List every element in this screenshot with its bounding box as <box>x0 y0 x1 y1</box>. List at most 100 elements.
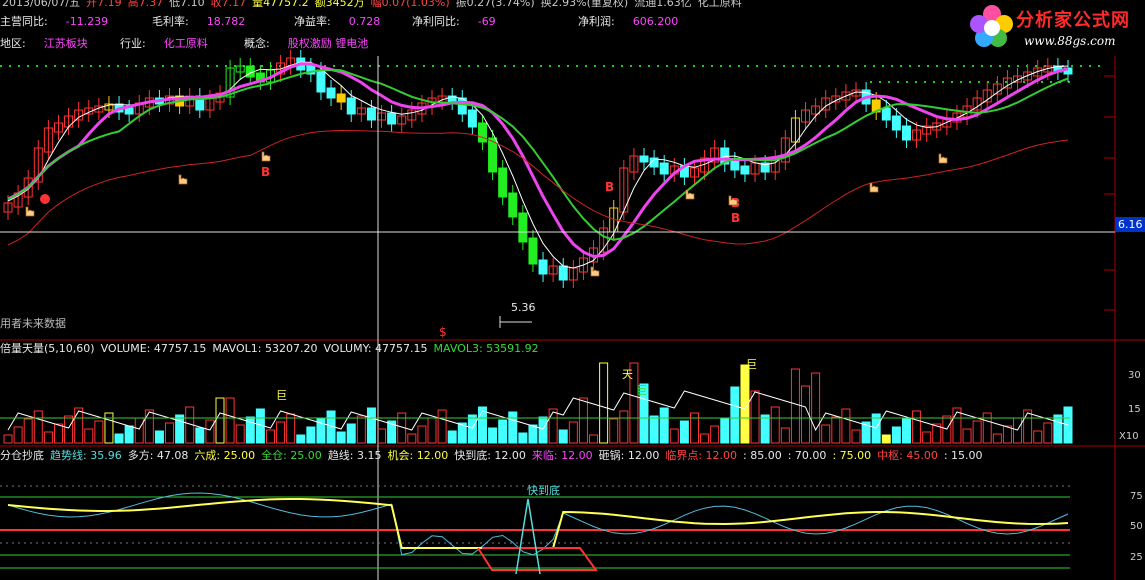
candle-body <box>477 122 487 143</box>
volume-field: VOLUME: 47757.15 <box>100 342 207 355</box>
volume-bar <box>750 390 760 444</box>
indicator-field: : 75.00 <box>832 449 872 462</box>
candle-body <box>346 97 356 115</box>
volume-bar <box>265 429 275 444</box>
buy-marker: B <box>261 165 270 179</box>
volume-bar <box>518 432 528 444</box>
volume-bar <box>770 406 780 444</box>
volume-field: MAVOL3: 53591.92 <box>433 342 539 355</box>
candlesticks <box>3 50 1073 288</box>
volume-bar <box>134 417 144 444</box>
candle-body <box>467 109 477 128</box>
volume-bar <box>790 368 800 444</box>
ma-green-line <box>7 68 1069 241</box>
volume-bar <box>972 420 982 444</box>
hand-pointer-icon <box>685 189 695 200</box>
indicator-field: 趋线: 3.15 <box>327 449 382 462</box>
indicator-field: 分仓抄底 <box>0 449 44 462</box>
volume-bar <box>548 408 558 444</box>
volume-bar <box>1023 409 1033 444</box>
sell-marker: $ <box>439 325 447 339</box>
indicator-field: : 85.00 <box>743 449 782 462</box>
volume-bar <box>23 418 33 444</box>
buy-marker: B <box>605 180 614 194</box>
volume-indicator-header: 倍量天量(5,10,60) VOLUME: 47757.15 MAVOL1: 532… <box>0 342 545 356</box>
candle-body <box>518 212 528 243</box>
volume-bar <box>760 414 770 444</box>
candle-body <box>659 162 669 175</box>
volume-bar <box>84 428 94 444</box>
volume-bar <box>720 417 730 444</box>
volume-bar <box>558 429 568 444</box>
indicator-field: 全仓: 25.00 <box>261 449 322 462</box>
candle-body <box>740 165 750 175</box>
indicator-field: 临界点: 12.00 <box>665 449 738 462</box>
volume-bar <box>679 420 689 444</box>
candle-body <box>730 159 740 171</box>
volume-bar <box>296 434 306 444</box>
candle-body <box>498 167 508 198</box>
volume-bar <box>366 407 376 444</box>
volume-bar <box>225 397 235 444</box>
volume-bar <box>3 434 13 444</box>
indicator-field: 机会: 12.00 <box>387 449 449 462</box>
volume-bar <box>901 418 911 444</box>
volume-bar <box>13 426 23 444</box>
indicator-axis-label: 75 <box>1130 491 1143 502</box>
indicator-field: 来临: 12.00 <box>531 449 593 462</box>
candle-body <box>124 107 134 115</box>
candle-body <box>336 93 346 103</box>
volume-bar <box>609 418 619 444</box>
indicator-field: 砸锅: 12.00 <box>598 449 660 462</box>
volume-bar <box>467 414 477 444</box>
volume-bar <box>962 428 972 444</box>
volume-bar <box>780 427 790 444</box>
volume-bar <box>306 426 316 444</box>
volume-bar <box>811 372 821 444</box>
volume-bar <box>669 428 679 444</box>
volume-bar <box>528 424 538 444</box>
volume-bar <box>336 431 346 444</box>
fast-bottom-spike <box>515 498 541 575</box>
volume-bar <box>74 407 84 444</box>
hand-pointer-icon <box>938 153 948 164</box>
volume-bar <box>599 362 609 444</box>
volume-bar <box>659 407 669 444</box>
candle-body <box>901 125 911 141</box>
volume-bar <box>64 415 74 444</box>
volume-bar <box>235 424 245 444</box>
candle-body <box>387 112 397 125</box>
candle-body <box>881 107 891 121</box>
candle-body <box>316 69 326 93</box>
volume-axis-label: 15 <box>1128 404 1141 415</box>
future-data-note: 用者未来数据 <box>0 316 66 330</box>
volume-bar <box>276 421 286 444</box>
price-axis-ticks <box>1104 75 1115 311</box>
moving-averages <box>7 61 1069 269</box>
volume-bar <box>912 410 922 444</box>
volume-field: MAVOL1: 53207.20 <box>212 342 318 355</box>
volume-axis-label: 30 <box>1128 370 1141 381</box>
indicator-field: 快到底: 12.00 <box>454 449 526 462</box>
volume-annotation: 巨 <box>746 358 757 371</box>
volume-bar <box>619 410 629 444</box>
hand-pointer-icon <box>869 182 879 193</box>
candle-body <box>508 192 518 218</box>
candle-body <box>366 107 376 121</box>
volume-bar <box>53 423 63 444</box>
volume-bar <box>821 424 831 444</box>
volume-annotation: 巨 <box>276 389 287 402</box>
hand-pointer-icon <box>261 151 271 162</box>
candle-body <box>538 259 548 275</box>
volume-bar <box>649 415 659 444</box>
indicator-field: 多方: 47.08 <box>127 449 189 462</box>
ma-white-line <box>7 61 1069 269</box>
volume-bar <box>841 408 851 444</box>
volume-bar <box>417 425 427 444</box>
volume-bar <box>427 417 437 444</box>
volume-annotation: 巨 <box>636 384 647 397</box>
volume-bar <box>589 434 599 444</box>
volume-field: 倍量天量(5,10,60) <box>0 342 95 355</box>
stock-chart[interactable]: 6.16 5.36 用者未来数据 $ B B B B 30 15 X10 巨 天… <box>0 0 1145 580</box>
buy-marker: B <box>731 211 740 225</box>
